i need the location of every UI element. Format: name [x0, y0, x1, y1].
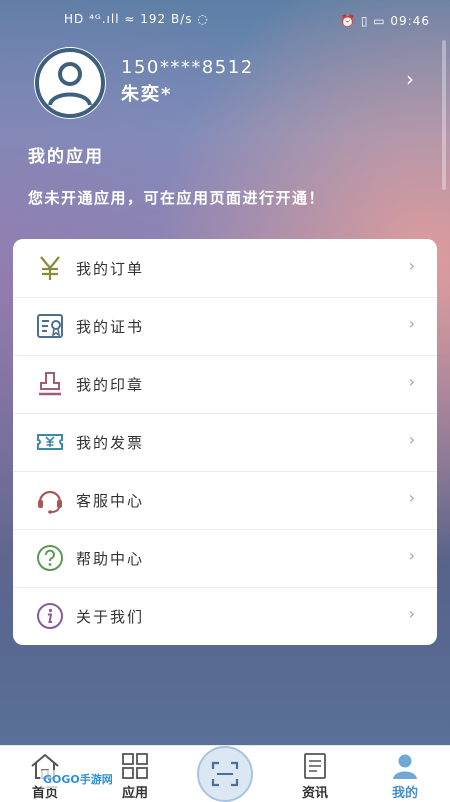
tab-label: 我的	[391, 786, 418, 801]
scan-button[interactable]	[197, 746, 253, 802]
chevron-right-icon: ›	[408, 430, 415, 449]
headset-icon	[34, 484, 66, 516]
tab-label: 资讯	[301, 786, 328, 801]
menu-item-label: 我的证书	[76, 317, 145, 336]
menu-item-customer-service[interactable]: 客服中心 ›	[13, 471, 437, 530]
stamp-icon	[34, 368, 66, 400]
chevron-right-icon: ›	[408, 256, 415, 275]
yen-icon	[34, 252, 66, 284]
invoice-icon	[34, 426, 66, 458]
menu-item-label: 我的发票	[76, 433, 145, 452]
menu-item-certificates[interactable]: 我的证书 ›	[13, 297, 437, 356]
menu-item-invoices[interactable]: 我的发票 ›	[13, 413, 437, 472]
info-icon	[34, 600, 66, 632]
menu-item-stamps[interactable]: 我的印章 ›	[13, 355, 437, 414]
chevron-right-icon: ›	[408, 488, 415, 507]
chevron-right-icon: ›	[408, 314, 415, 333]
user-icon	[393, 754, 417, 779]
tab-news[interactable]: 资讯	[280, 746, 350, 801]
chevron-right-icon[interactable]: ›	[406, 67, 414, 91]
menu-item-label: 客服中心	[76, 491, 145, 510]
help-icon	[34, 542, 66, 574]
chevron-right-icon: ›	[408, 604, 415, 623]
watermark-logo: GOGO手游网	[40, 770, 116, 788]
menu-item-label: 帮助中心	[76, 549, 145, 568]
menu-item-label: 我的印章	[76, 375, 145, 394]
apps-grid-icon	[122, 753, 148, 779]
my-apps-title: 我的应用	[28, 147, 104, 167]
avatar[interactable]	[34, 47, 106, 119]
chevron-right-icon: ›	[408, 372, 415, 391]
status-right: ⏰ ▯ ▭ 09:46	[340, 14, 430, 28]
profile-header[interactable]: 150****8512 朱奕* ›	[0, 40, 450, 120]
scan-icon	[211, 761, 239, 787]
certificate-icon	[34, 310, 66, 342]
tab-mine[interactable]: 我的	[370, 746, 440, 801]
my-apps-notice: 您未开通应用，可在应用页面进行开通！	[28, 189, 326, 207]
chevron-right-icon: ›	[408, 546, 415, 565]
status-left: HD ⁴ᴳ.ıll ≈ 192 B/s ◌	[64, 12, 209, 26]
menu-item-label: 我的订单	[76, 259, 145, 278]
news-icon	[304, 753, 326, 779]
menu-item-help-center[interactable]: 帮助中心 ›	[13, 529, 437, 588]
menu-item-about-us[interactable]: 关于我们 ›	[13, 587, 437, 645]
user-avatar-icon	[35, 48, 105, 118]
menu-card: 我的订单 › 我的证书 › 我的印章 › 我的发票 › 客服中心 › 帮助中心 …	[13, 239, 437, 645]
status-bar: HD ⁴ᴳ.ıll ≈ 192 B/s ◌ ⏰ ▯ ▭ 09:46	[0, 0, 450, 40]
menu-item-orders[interactable]: 我的订单 ›	[13, 239, 437, 298]
user-phone: 150****8512	[121, 57, 254, 78]
user-name: 朱奕*	[121, 84, 173, 105]
menu-item-label: 关于我们	[76, 607, 145, 626]
